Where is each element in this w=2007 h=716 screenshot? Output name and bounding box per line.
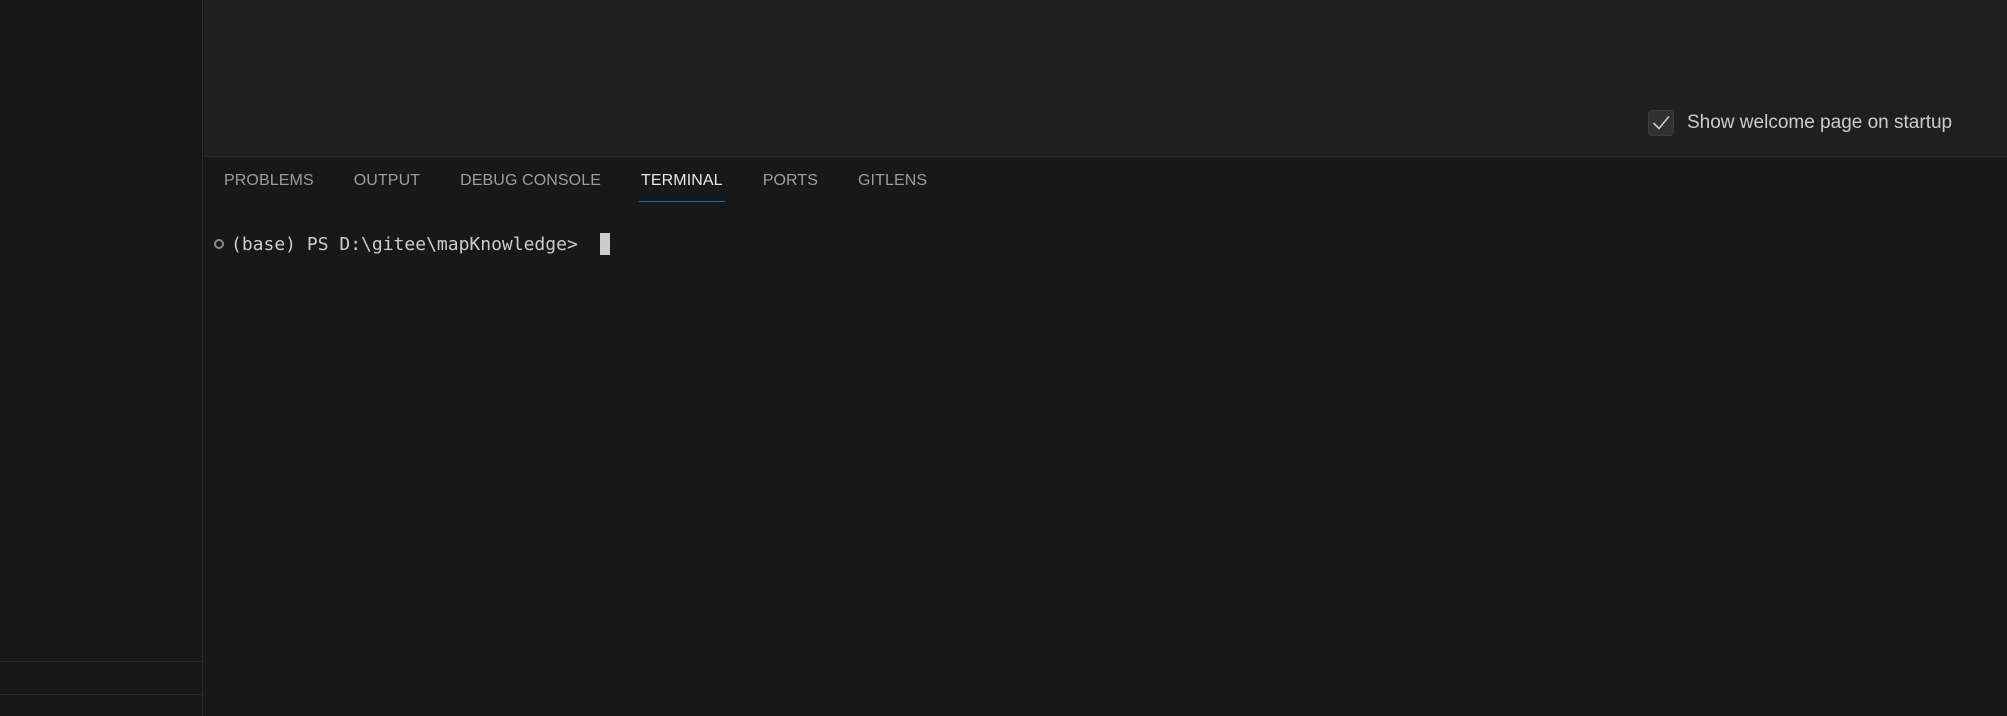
terminal-line: (base) PS D:\gitee\mapKnowledge> [214,230,610,258]
show-welcome-checkbox[interactable] [1648,110,1674,136]
tab-ports[interactable]: PORTS [761,158,820,204]
sidebar [0,0,203,716]
circle-outline-icon[interactable] [214,239,224,249]
tab-debug-console[interactable]: DEBUG CONSOLE [458,158,603,204]
welcome-editor: Show welcome page on startup [204,0,2007,157]
sidebar-divider [0,694,202,695]
terminal-cursor [599,233,610,255]
terminal-prompt: (base) PS D:\gitee\mapKnowledge> [231,233,589,255]
terminal-view[interactable]: (base) PS D:\gitee\mapKnowledge> [204,230,2007,716]
panel-tabs: PROBLEMS OUTPUT DEBUG CONSOLE TERMINAL P… [204,158,965,204]
show-welcome-on-startup-toggle[interactable]: Show welcome page on startup [1648,109,1952,137]
sidebar-divider [0,661,202,662]
bottom-panel: PROBLEMS OUTPUT DEBUG CONSOLE TERMINAL P… [204,158,2007,716]
vscode-window: Show welcome page on startup PROBLEMS OU… [0,0,2007,716]
check-icon [1653,116,1670,130]
tab-gitlens[interactable]: GITLENS [856,158,929,204]
tab-problems[interactable]: PROBLEMS [222,158,316,204]
tab-output[interactable]: OUTPUT [352,158,422,204]
show-welcome-label: Show welcome page on startup [1687,112,1953,133]
tab-terminal[interactable]: TERMINAL [638,158,725,204]
